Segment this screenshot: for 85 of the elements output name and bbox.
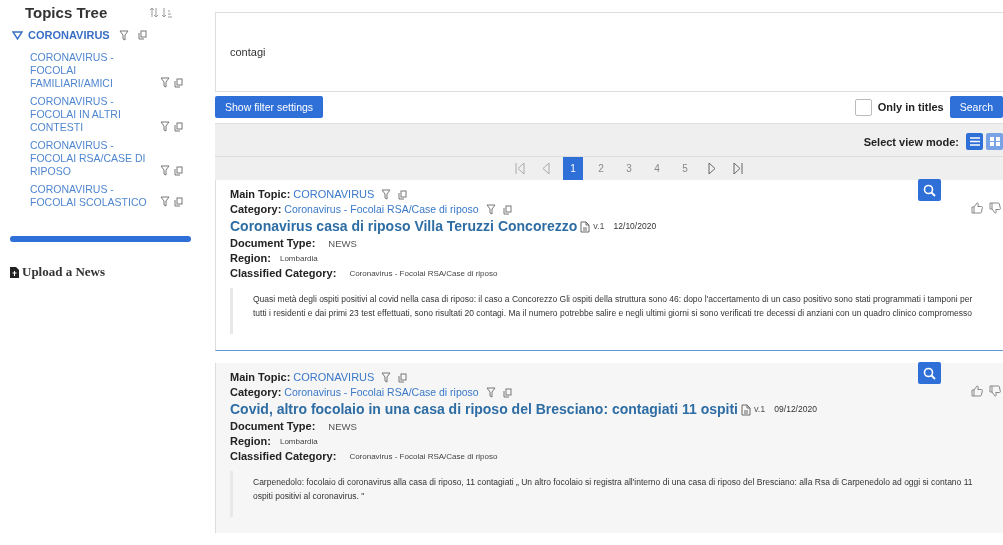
thumbs-up-icon[interactable] — [971, 202, 983, 214]
filter-icon[interactable] — [381, 189, 392, 200]
page-link[interactable]: 4 — [647, 157, 667, 180]
tree-item[interactable]: CORONAVIRUS - FOCOLAI IN ALTRI CONTESTI — [30, 95, 154, 134]
field-value: Lombardia — [279, 436, 318, 448]
topic-link[interactable]: CORONAVIRUS — [293, 371, 375, 384]
tree-item[interactable]: CORONAVIRUS - FOCOLAI RSA/CASE DI RIPOSO — [30, 139, 154, 178]
version-text: v.1 — [754, 403, 766, 416]
copy-icon[interactable] — [174, 122, 183, 132]
result-title[interactable]: Covid, altro focolaio in una casa di riposo del Bresciano: contagiati 11 ospiti — [230, 401, 738, 418]
page-link[interactable]: 3 — [619, 157, 639, 180]
result-title[interactable]: Coronavirus casa di riposo Villa Teruzzi Concorezzo — [230, 218, 578, 235]
search-button[interactable] — [918, 179, 941, 201]
filter-icon[interactable] — [160, 165, 170, 176]
filter-icon[interactable] — [118, 29, 129, 41]
page-link[interactable]: 1 — [563, 157, 583, 180]
thumbs-down-icon[interactable] — [989, 202, 1001, 214]
field-value: NEWS — [328, 237, 357, 250]
filter-icon[interactable] — [381, 372, 392, 383]
sidebar-title: Topics Tree — [25, 4, 108, 21]
search-field[interactable]: contagi — [215, 12, 1003, 92]
sort-icon[interactable] — [149, 7, 173, 18]
copy-icon[interactable] — [502, 204, 512, 215]
abstract-text: Carpenedolo: focolaio di coronavirus alla casa di riposo, 11 contagiati „ Un altro focolaio si registra all'interno di una casa di riposo del Bresciano: alla Rsa di Carpenedolo ad oggi si contano 11 ospiti positivi al coronavirus. " — [230, 471, 995, 517]
copy-icon[interactable] — [174, 197, 183, 207]
field-label: Main Topic: — [230, 371, 291, 384]
field-value: NEWS — [328, 420, 357, 433]
search-icon — [923, 183, 936, 197]
field-value: Lombardia — [279, 253, 318, 265]
copy-icon[interactable] — [398, 189, 408, 200]
upload-link[interactable]: Upload a News — [22, 264, 106, 280]
last-page-icon[interactable] — [733, 162, 743, 175]
field-value: Coronavirus - Focolai RSA/Case di riposo — [349, 451, 498, 463]
checkbox-label: Only in titles — [877, 101, 944, 113]
grid-icon — [989, 137, 1000, 146]
field-label: Classified Category: — [230, 267, 337, 280]
document-icon[interactable] — [741, 403, 751, 416]
copy-icon[interactable] — [398, 372, 408, 383]
checkbox[interactable] — [854, 98, 872, 116]
previous-page-icon[interactable] — [541, 162, 551, 175]
field-value: Coronavirus - Focolai RSA/Case di riposo — [349, 268, 498, 280]
page-link[interactable]: 2 — [591, 157, 611, 180]
next-page-icon[interactable] — [707, 162, 717, 175]
caret-icon[interactable] — [12, 30, 23, 40]
abstract-text: Quasi metà degli ospiti positivi al covid nella casa di riposo: il caso a Concorezzo Gli ospiti della struttura sono 46: dopo l'accertamento di un caso positivo sono stati programmati i tamponi per tutti i residenti e dai primi 23 test effettuati, sono risultati 20 contagi. Ma il numero potrebbe salire e negli ultimi giorni si sono verificati tre decessi di anziani con un quadro clinico compromesso — [230, 288, 995, 334]
date-text: 09/12/2020 — [774, 403, 817, 416]
date-text: 12/10/2020 — [613, 220, 657, 233]
field-label: Document Type: — [230, 420, 316, 433]
search-button[interactable] — [918, 362, 941, 384]
category-link[interactable]: Coronavirus - Focolai RSA/Case di riposo — [284, 386, 479, 399]
field-label: Main Topic: — [230, 188, 291, 201]
field-label: Document Type: — [230, 237, 316, 250]
list-view-button[interactable] — [966, 133, 983, 150]
copy-icon[interactable] — [137, 30, 147, 40]
category-link[interactable]: Coronavirus - Focolai RSA/Case di riposo — [284, 203, 479, 216]
search-button[interactable]: Search — [949, 96, 1003, 118]
field-label: Region: — [230, 252, 271, 265]
version-text: v.1 — [593, 220, 605, 233]
filter-icon[interactable] — [485, 204, 496, 215]
document-icon[interactable] — [580, 220, 591, 233]
field-label: Category: — [230, 203, 282, 216]
field-label: Classified Category: — [230, 450, 337, 463]
filter-icon[interactable] — [160, 196, 170, 207]
tree-item[interactable]: CORONAVIRUS - FOCOLAI FAMILIARI/AMICI — [30, 51, 154, 90]
copy-icon[interactable] — [502, 387, 512, 398]
document-icon — [10, 266, 19, 278]
thumbs-down-icon[interactable] — [989, 385, 1001, 397]
list-icon — [969, 137, 980, 146]
thumbs-up-icon[interactable] — [971, 385, 983, 397]
page-link[interactable]: 5 — [675, 157, 695, 180]
search-icon — [923, 366, 936, 380]
view-mode-label: Select view mode: — [863, 135, 959, 148]
tree-item[interactable]: CORONAVIRUS - FOCOLAI SCOLASTICO — [30, 183, 154, 209]
tree-item[interactable]: CORONAVIRUS — [28, 29, 110, 41]
filter-icon[interactable] — [160, 77, 170, 88]
first-page-icon[interactable] — [515, 162, 525, 175]
copy-icon[interactable] — [174, 78, 183, 88]
grid-view-button[interactable] — [986, 133, 1003, 150]
filter-icon[interactable] — [160, 121, 170, 132]
filter-settings-button[interactable]: Show filter settings — [215, 96, 324, 118]
field-label: Category: — [230, 386, 282, 399]
filter-icon[interactable] — [485, 387, 496, 398]
copy-icon[interactable] — [174, 166, 183, 176]
field-label: Region: — [230, 435, 271, 448]
topic-link[interactable]: CORONAVIRUS — [293, 188, 375, 201]
